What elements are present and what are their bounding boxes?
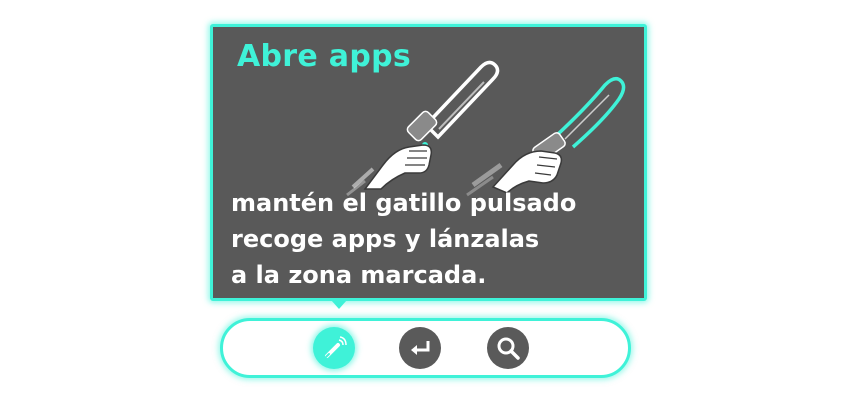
search-button[interactable] (487, 327, 529, 369)
controller-pointer-button[interactable] (313, 327, 355, 369)
instruction-line-3: a la zona marcada. (231, 261, 487, 289)
search-icon (497, 337, 520, 360)
tutorial-instructions: mantén el gatillo pulsado recoge apps y … (231, 185, 576, 293)
left-controller-icon (406, 60, 500, 148)
right-controller-icon (532, 77, 626, 162)
return-arrow-icon (411, 341, 430, 355)
bottom-toolbar (220, 318, 631, 378)
controller-hands-illustration (346, 60, 626, 197)
controller-pointer-icon (325, 336, 347, 358)
tutorial-panel: Abre apps mantén el gatillo pulsado reco… (210, 24, 647, 301)
return-button[interactable] (399, 327, 441, 369)
instruction-line-1: mantén el gatillo pulsado (231, 189, 577, 217)
panel-pointer (331, 300, 347, 309)
instruction-line-2: recoge apps y lánzalas (231, 225, 540, 253)
